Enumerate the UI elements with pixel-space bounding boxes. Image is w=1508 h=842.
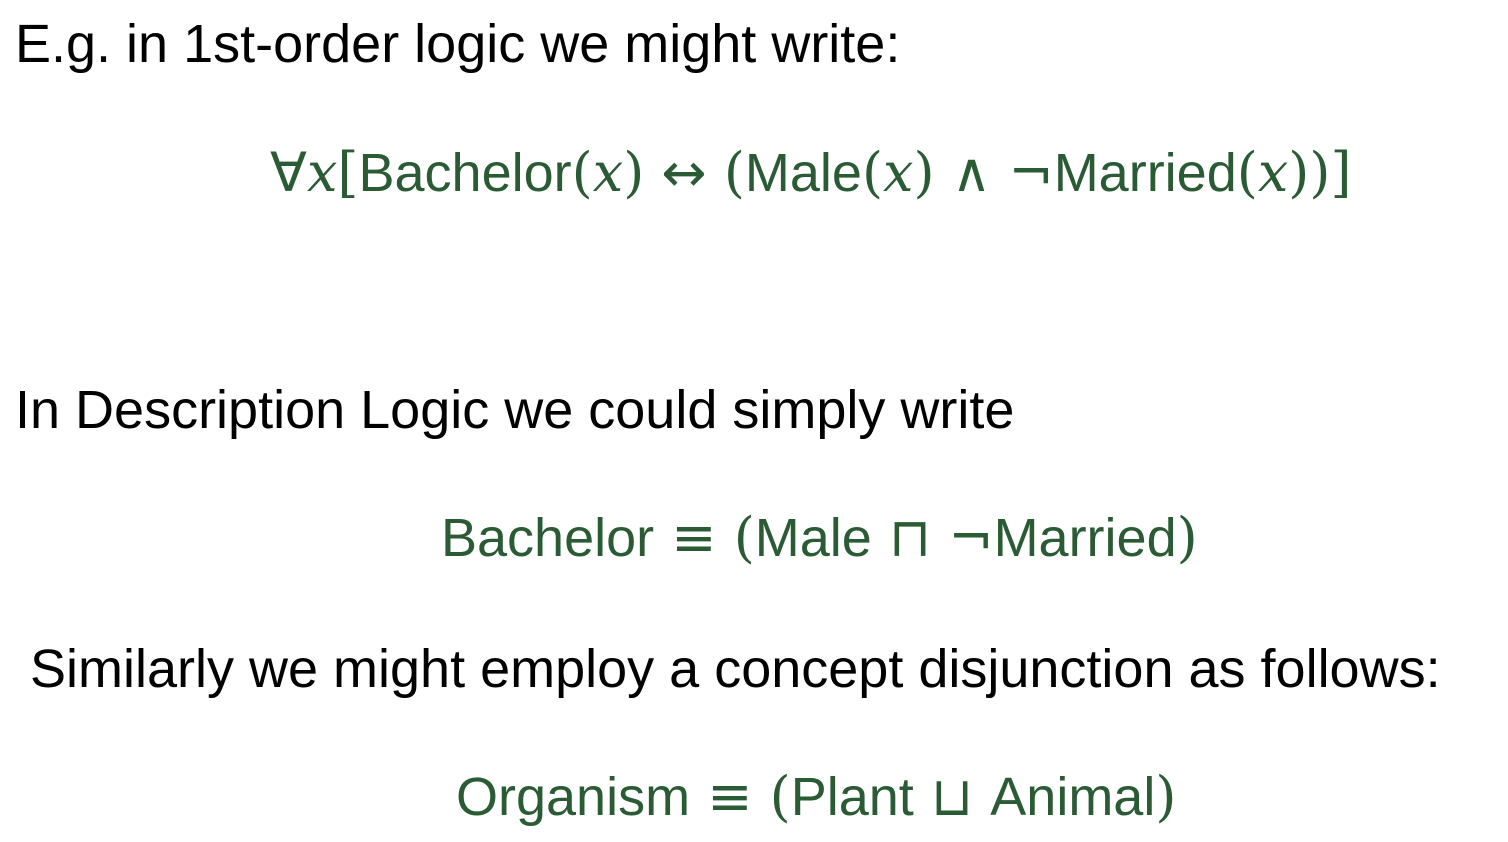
paren-open-1: ( [571,141,593,204]
intersection-symbol: ⊓ [871,506,949,569]
paren-close-1: ) [623,141,645,204]
equivalence-symbol: ≡ [654,506,734,569]
group-open-paren: ( [723,141,745,204]
open-paren: ( [733,506,755,569]
predicate-married: Married [1053,143,1237,203]
description-logic-formula: Bachelor ≡ (Male ⊓ ¬Married) [441,508,1198,568]
paren-close-2: ) [913,141,935,204]
union-symbol: ⊔ [913,765,991,828]
variable-x: x [306,141,338,204]
paren-close-3: ) [1288,141,1310,204]
biconditional-symbol: ↔ [644,141,724,204]
argument-x-2: x [883,141,914,204]
predicate-bachelor: Bachelor [358,143,572,203]
concept-organism: Organism [456,767,691,827]
disjunction-formula: Organism ≡ (Plant ⊔ Animal) [456,767,1176,827]
close-bracket: ] [1330,141,1352,204]
description-logic-intro-text: In Description Logic we could simply wri… [15,380,1015,440]
close-paren: ) [1176,506,1198,569]
open-bracket: [ [337,141,359,204]
paren-open-3: ( [1236,141,1258,204]
close-paren: ) [1155,765,1177,828]
open-paren: ( [769,765,791,828]
concept-married: Married [993,508,1177,568]
equivalence-symbol: ≡ [690,765,770,828]
negation-symbol: ¬ [1008,141,1054,204]
concept-male: Male [754,508,872,568]
concept-animal: Animal [990,767,1156,827]
disjunction-intro-text: Similarly we might employ a concept disj… [30,639,1441,699]
argument-x-3: x [1257,141,1289,204]
concept-plant: Plant [790,767,914,827]
forall-symbol: ∀ [270,141,307,204]
paren-open-2: ( [861,141,884,204]
conjunction-symbol: ∧ [934,141,1009,204]
first-order-logic-formula: ∀x[Bachelor(x) ↔ (Male(x) ∧ ¬Married(x))… [270,143,1352,203]
concept-bachelor: Bachelor [441,508,655,568]
predicate-male: Male [744,143,862,203]
group-close-paren: ) [1309,141,1331,204]
intro-text: E.g. in 1st-order logic we might write: [15,14,901,74]
argument-x-1: x [592,141,624,204]
negation-symbol: ¬ [948,506,994,569]
